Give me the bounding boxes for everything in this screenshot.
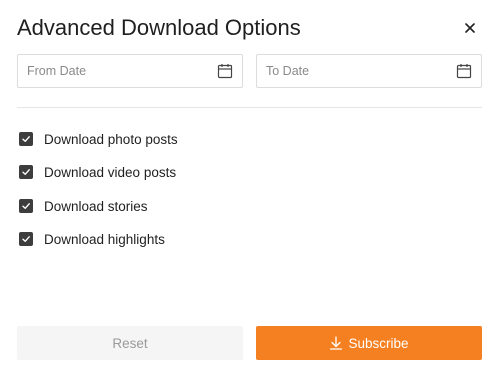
close-button[interactable] — [459, 17, 481, 39]
calendar-icon[interactable] — [456, 63, 472, 79]
subscribe-button[interactable]: Subscribe — [256, 326, 482, 360]
checkmark-icon — [22, 203, 30, 209]
section-divider — [17, 107, 482, 108]
reset-button-label: Reset — [112, 335, 148, 351]
subscribe-button-label: Subscribe — [348, 335, 409, 351]
checkbox-stories[interactable] — [19, 199, 33, 213]
option-photo-posts[interactable]: Download photo posts — [19, 129, 178, 149]
checkmark-icon — [22, 169, 30, 175]
option-label: Download video posts — [44, 164, 177, 180]
checkbox-highlights[interactable] — [19, 232, 33, 246]
option-label: Download photo posts — [44, 131, 178, 147]
checkbox-photo-posts[interactable] — [19, 132, 33, 146]
advanced-download-dialog: Advanced Download Options Downl — [0, 0, 500, 374]
option-highlights[interactable]: Download highlights — [19, 229, 165, 249]
from-date-input[interactable] — [27, 55, 207, 87]
checkbox-video-posts[interactable] — [19, 165, 33, 179]
option-stories[interactable]: Download stories — [19, 196, 148, 216]
option-label: Download stories — [44, 198, 148, 214]
download-icon — [330, 336, 343, 350]
dialog-title: Advanced Download Options — [17, 15, 301, 40]
from-date-field[interactable] — [17, 54, 243, 88]
to-date-input[interactable] — [266, 55, 446, 87]
to-date-field[interactable] — [256, 54, 482, 88]
calendar-icon[interactable] — [217, 63, 233, 79]
reset-button[interactable]: Reset — [17, 326, 243, 360]
checkmark-icon — [22, 236, 30, 242]
option-label: Download highlights — [44, 231, 165, 247]
option-video-posts[interactable]: Download video posts — [19, 162, 176, 182]
close-icon — [465, 23, 475, 33]
checkmark-icon — [22, 136, 30, 142]
